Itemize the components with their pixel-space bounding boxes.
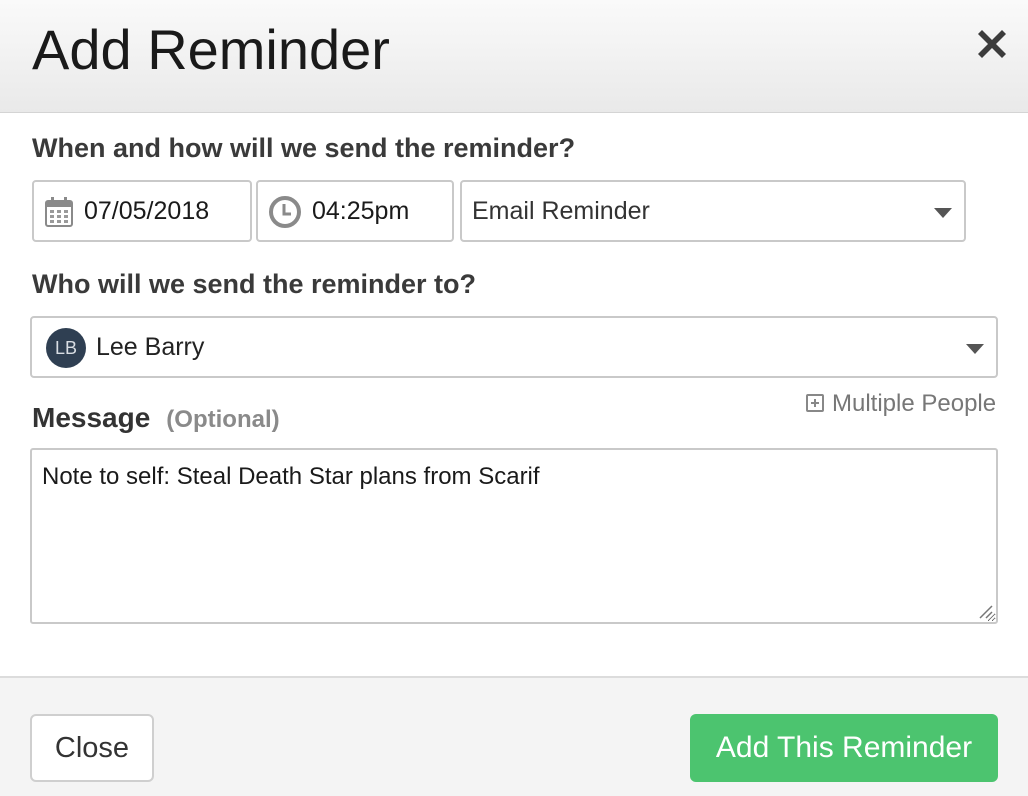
clock-icon	[268, 195, 302, 234]
dialog-header: Add Reminder	[0, 0, 1028, 113]
add-reminder-button[interactable]: Add This Reminder	[690, 714, 998, 782]
reminder-method-select[interactable]: Email Reminder	[460, 180, 966, 242]
message-label-group: Message (Optional)	[32, 402, 280, 434]
multiple-people-link[interactable]: Multiple People	[806, 390, 996, 418]
date-field[interactable]: 07/05/2018	[32, 180, 252, 242]
chevron-down-icon	[966, 344, 984, 354]
dialog-title: Add Reminder	[32, 18, 390, 81]
multiple-people-label: Multiple People	[832, 390, 997, 417]
resize-grip-icon[interactable]	[976, 602, 994, 620]
time-field[interactable]: 04:25pm	[256, 180, 454, 242]
reminder-method-value: Email Reminder	[472, 197, 650, 225]
calendar-icon	[44, 196, 74, 233]
close-button[interactable]: Close	[30, 714, 154, 782]
plus-square-icon	[806, 394, 824, 412]
time-value: 04:25pm	[312, 197, 410, 225]
recipient-label: Who will we send the reminder to?	[32, 269, 477, 299]
message-label: Message	[32, 402, 151, 433]
avatar: LB	[46, 328, 86, 368]
optional-label: (Optional)	[166, 406, 280, 433]
recipient-name: Lee Barry	[96, 333, 205, 361]
close-x-icon[interactable]	[972, 24, 1012, 64]
dialog-footer: Close Add This Reminder	[0, 676, 1028, 796]
message-textarea[interactable]: Note to self: Steal Death Star plans fro…	[30, 448, 998, 624]
recipient-select[interactable]: LB Lee Barry	[30, 316, 998, 378]
date-value: 07/05/2018	[84, 197, 210, 225]
schedule-label: When and how will we send the reminder?	[32, 133, 576, 163]
chevron-down-icon	[934, 208, 952, 218]
